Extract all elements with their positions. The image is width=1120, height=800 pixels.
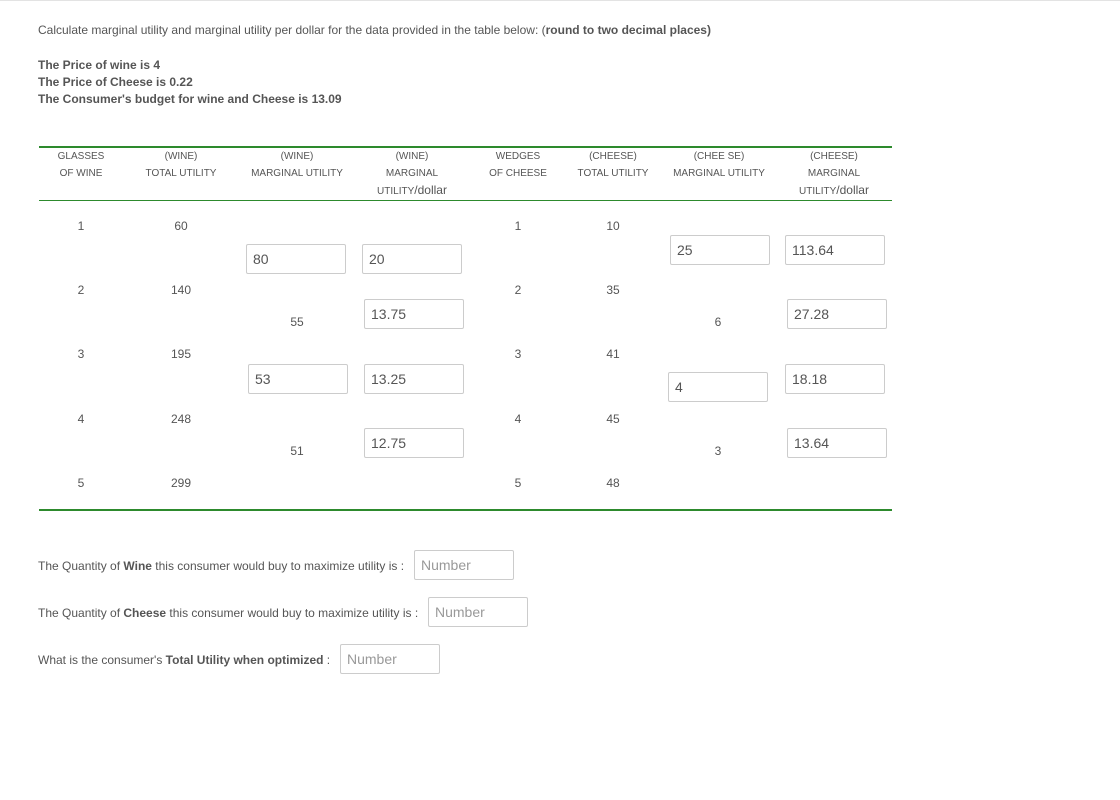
header-wine-marginal-utility: (WINE) MARGINAL UTILITY [251,151,343,179]
cheese-total-utility-cell: 35 [606,283,620,297]
wedges-cell: 1 [514,219,522,233]
cheese-total-utility-cell: 10 [606,219,620,233]
wedges-cell: 3 [514,347,522,361]
wine-marginal-utility-value: 55 [290,315,304,329]
cheese-total-utility-cell: 45 [606,412,620,426]
cheese-marginal-utility-value: 3 [714,444,722,458]
budget-text: The Consumer's budget for wine and Chees… [38,92,342,106]
cheese-marginal-utility-value: 6 [714,315,722,329]
wine-mu-per-dollar-input[interactable] [364,299,464,329]
cheese-marginal-utility-input[interactable] [668,372,768,402]
wine-total-utility-cell: 299 [170,476,192,490]
header-cheese-mu-per-dollar: (CHEESE) MARGINAL UTILITY/dollar [799,151,869,197]
glasses-cell: 3 [77,347,85,361]
wine-price-text: The Price of wine is 4 [38,58,161,72]
wine-total-utility-cell: 140 [170,283,192,297]
cheese-total-utility-cell: 48 [606,476,620,490]
wine-quantity-input[interactable] [414,550,514,580]
wedges-cell: 5 [514,476,522,490]
wine-marginal-utility-value: 51 [290,444,304,458]
instructions-text: Calculate marginal utility and marginal … [38,23,546,37]
glasses-cell: 2 [77,283,85,297]
instructions-bold: round to two decimal places [545,23,707,37]
instructions-suffix: ) [706,23,711,37]
header-wine-mu-per-dollar: (WINE) MARGINAL UTILITY/dollar [377,151,447,197]
table-bottom-rule [39,509,892,511]
wine-mu-per-dollar-input[interactable] [362,244,462,274]
glasses-cell: 5 [77,476,85,490]
wine-total-utility-cell: 248 [170,412,192,426]
cheese-mu-per-dollar-input[interactable] [785,364,885,394]
wine-total-utility-cell: 60 [174,219,188,233]
instructions: Calculate marginal utility and marginal … [38,23,711,37]
cheese-marginal-utility-input[interactable] [670,235,770,265]
cheese-mu-per-dollar-input[interactable] [787,428,887,458]
wine-mu-per-dollar-input[interactable] [364,364,464,394]
glasses-cell: 1 [77,219,85,233]
header-cheese-total-utility: (CHEESE) TOTAL UTILITY [577,151,649,179]
cheese-price-text: The Price of Cheese is 0.22 [38,75,193,89]
top-divider [0,0,1120,1]
header-wine-total-utility: (WINE) TOTAL UTILITY [145,151,217,179]
wine-quantity-question: The Quantity of Wine this consumer would… [38,559,405,573]
cheese-mu-per-dollar-input[interactable] [787,299,887,329]
cheese-total-utility-cell: 41 [606,347,620,361]
wine-mu-per-dollar-input[interactable] [364,428,464,458]
total-utility-question: What is the consumer's Total Utility whe… [38,653,331,667]
wine-marginal-utility-input[interactable] [248,364,348,394]
total-utility-input[interactable] [340,644,440,674]
header-cheese-marginal-utility: (CHEE SE) MARGINAL UTILITY [673,151,765,179]
wine-marginal-utility-input[interactable] [246,244,346,274]
header-glasses-of-wine: GLASSES OF WINE [57,151,105,179]
wedges-cell: 4 [514,412,522,426]
header-wedges-of-cheese: WEDGES OF CHEESE [489,151,547,179]
wine-total-utility-cell: 195 [170,347,192,361]
wedges-cell: 2 [514,283,522,297]
cheese-quantity-input[interactable] [428,597,528,627]
cheese-quantity-question: The Quantity of Cheese this consumer wou… [38,606,419,620]
cheese-mu-per-dollar-input[interactable] [785,235,885,265]
glasses-cell: 4 [77,412,85,426]
table-header-rule [39,200,892,201]
